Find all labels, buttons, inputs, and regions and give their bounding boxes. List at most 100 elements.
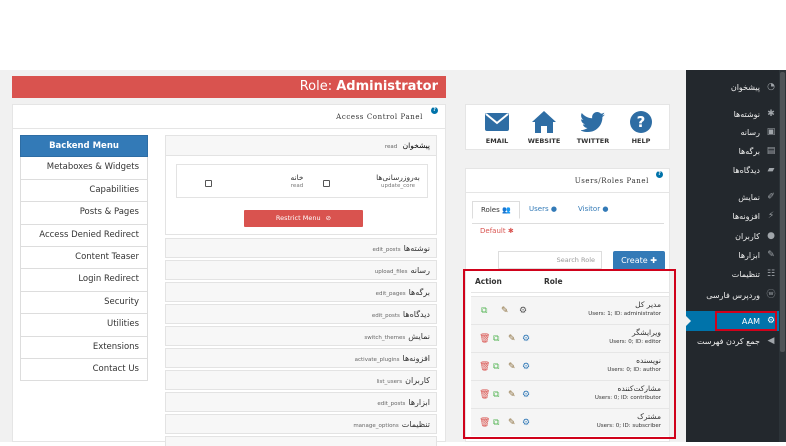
submenu-media-title: رسانه [410,266,430,275]
email-link[interactable]: EMAIL [477,109,517,145]
create-role-button[interactable]: Create ✚ [613,251,665,271]
menu-security[interactable]: Security [20,291,148,315]
svg-text:?: ? [637,113,646,131]
plugin-icon: ⚡ [767,211,775,221]
menu-extensions[interactable]: Extensions [20,336,148,359]
submenu-tools[interactable]: ابزارهاedit_posts [165,392,437,412]
submenu-media[interactable]: رسانهupload_files [165,260,437,280]
menu-utilities[interactable]: Utilities [20,314,148,337]
submenu-settings[interactable]: تنظیماتmanage_options [165,414,437,434]
admin-menu-pages-label: برگه‌ها [738,146,760,156]
admin-menu-settings[interactable]: تنظیمات ☷ [732,264,776,284]
brush-icon: ✐ [767,192,775,202]
users-roles-heading: Users/Roles Panel [466,169,669,193]
admin-menu-appearance[interactable]: نمایش ✐ [738,187,776,207]
twitter-label: TWITTER [576,137,610,145]
submenu-plugins-cap: activate_plugins [354,357,400,363]
admin-menu-comments[interactable]: دیدگاه‌ها ▰ [733,160,776,180]
tab-users-label: Users [529,205,549,213]
admin-menu-posts[interactable]: نوشته‌ها ✱ [734,104,776,124]
home-icon [532,111,556,133]
menu-contact-us[interactable]: Contact Us [20,358,148,382]
access-control-panel: Access Control Panel ? Backend Menu Meta… [12,104,446,446]
role-title-bar: Role: Administrator [12,76,446,98]
submenu-pages-cap: edit_pages [375,291,406,297]
admin-menu-plugins-label: افزونه‌ها [732,211,761,221]
search-role-input[interactable]: Search Role [498,251,602,269]
eye-slash-icon: ⊘ [325,214,332,222]
submenu-comments-title: دیدگاه‌ها [402,310,430,319]
menu-content-teaser[interactable]: Content Teaser [20,246,148,270]
users-roles-help-icon[interactable]: ? [656,171,663,178]
submenu-appearance[interactable]: نمایشswitch_themes [165,326,437,346]
tab-visitor-label: Visitor [578,205,601,213]
menu-metaboxes[interactable]: Metaboxes & Widgets [20,157,148,180]
admin-menu-tools[interactable]: ابزارها ✎ [738,245,776,265]
admin-menu-pages[interactable]: برگه‌ها ▤ [739,141,776,161]
dashboard-cap: read [384,144,398,150]
admin-menu-plugins[interactable]: افزونه‌ها ⚡ [733,206,777,226]
comment-icon: ▰ [767,165,775,175]
submenu-users[interactable]: کاربرانlist_users [165,370,437,390]
menu-backend-menu[interactable]: Backend Menu [20,135,148,158]
acp-help-icon[interactable]: ? [431,107,438,114]
acp-heading: Access Control Panel [13,105,445,129]
email-label: EMAIL [485,137,509,145]
website-link[interactable]: WEBSITE [524,109,564,145]
admin-menu-tools-label: ابزارها [738,250,760,260]
restrict-menu-button[interactable]: Restrict Menu ⊘ [244,210,363,227]
user-icon: ● [550,205,557,213]
admin-menu-dashboard[interactable]: پیشخوان ◔ [731,77,776,97]
admin-menu-comments-label: دیدگاه‌ها [732,165,760,175]
submenu-posts-cap: edit_posts [372,247,401,253]
scrollbar-thumb[interactable] [780,72,785,352]
window: Role: Administrator Access Control Panel… [0,0,786,446]
submenu-plugins[interactable]: افزونه‌هاactivate_plugins [165,348,437,368]
dashboard-icon: ◔ [767,82,775,92]
tab-visitor[interactable]: Visitor ● [578,205,608,213]
dashboard-header[interactable]: پیشخوان read [166,136,436,156]
tab-default[interactable]: Default ✱ [480,227,514,235]
dashboard-title: پیشخوان [402,141,430,150]
support-links-box: EMAIL WEBSITE TWITTER ? HELP [465,104,670,150]
updates-checkbox[interactable] [323,180,330,187]
submenu-posts[interactable]: نوشته‌هاedit_posts [165,238,437,258]
admin-menu-collapse[interactable]: جمع کردن فهرست ◀ [697,331,776,351]
wordpress-icon: ⓦ [766,290,776,300]
home-cap: read [290,183,304,189]
menu-posts-pages[interactable]: Posts & Pages [20,202,148,225]
help-link[interactable]: ? HELP [621,109,661,145]
admin-menu-settings-label: تنظیمات [731,269,760,279]
wrench-icon: ✎ [767,250,775,260]
settings-icon: ☷ [766,269,776,279]
admin-menu-wp-farsi-label: وردپرس فارسی [706,290,760,300]
admin-menu-users-label: کاربران [735,231,760,241]
twitter-link[interactable]: TWITTER [573,109,613,145]
menu-capabilities[interactable]: Capabilities [20,179,148,203]
role-title-prefix: Role: [299,79,337,94]
page-icon: ▤ [766,146,776,156]
tab-roles[interactable]: Roles 👥 [472,201,520,219]
submenu-users-title: کاربران [405,376,430,385]
admin-menu-media[interactable]: رسانه ▣ [740,122,776,142]
submenu-posts-title: نوشته‌ها [403,244,430,253]
help-label: HELP [631,137,651,145]
submenu-settings-title: تنظیمات [401,420,430,429]
tab-users[interactable]: Users ● [529,205,557,213]
submenu-appearance-cap: switch_themes [364,335,406,341]
menu-login-redirect[interactable]: Login Redirect [20,269,148,292]
create-role-label: Create [621,256,648,265]
submenu-media-cap: upload_files [374,269,408,275]
submenu-comments[interactable]: دیدگاه‌هاedit_posts [165,304,437,324]
menu-access-denied-redirect[interactable]: Access Denied Redirect [20,224,148,247]
submenu-users-cap: list_users [376,379,403,385]
submenu-pages[interactable]: برگه‌هاedit_pages [165,282,437,302]
admin-menu-wp-farsi[interactable]: وردپرس فارسی ⓦ [706,285,776,305]
pin-icon: ✱ [767,109,775,119]
admin-menu-collapse-label: جمع کردن فهرست [696,336,760,346]
home-checkbox[interactable] [205,180,212,187]
submenu-appearance-title: نمایش [408,332,430,341]
user-secret-icon: ● [602,205,609,213]
admin-menu-users[interactable]: کاربران ● [735,226,776,246]
asterisk-icon: ✱ [507,227,514,235]
